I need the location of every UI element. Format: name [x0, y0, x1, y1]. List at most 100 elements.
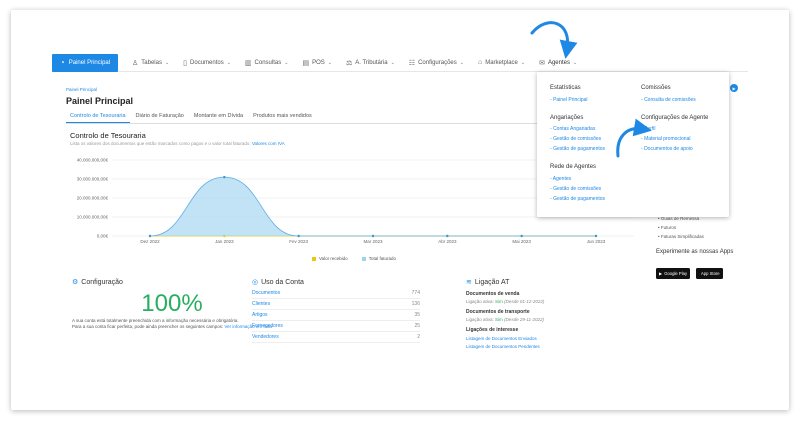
dd-link-painel[interactable]: - Painel Principal — [550, 97, 588, 103]
chevron-down-icon: ⌄ — [164, 59, 170, 66]
y-tick-label: 0,00€ — [97, 234, 109, 239]
dd-link-contas-angariadas[interactable]: - Contas Angariadas — [550, 126, 595, 132]
play-icon: ▶ — [659, 271, 663, 276]
chevron-down-icon: ⌄ — [284, 59, 289, 66]
usage-row[interactable]: Artigos 35 — [252, 310, 420, 321]
dd-link-consulta-comissoes[interactable]: - Consulta de comissões — [641, 97, 696, 103]
tab-diario-faturacao[interactable]: Diário de Faturação — [132, 112, 188, 123]
bar-chart-icon: ▥ — [244, 59, 252, 67]
quick-link-faturas[interactable]: • Faturas Simplificadas — [658, 232, 704, 241]
ligacao-title: Ligação AT — [474, 278, 510, 286]
page-title: Painel Principal — [66, 96, 134, 106]
x-tick-label: Dez 2022 — [140, 239, 160, 244]
chevron-down-icon: ⌄ — [520, 59, 526, 66]
quick-links: • Guias de Remessa • Futuros • Faturas S… — [658, 214, 704, 241]
dd-link-rede-comissoes[interactable]: - Gestão de comissões — [550, 186, 601, 192]
user-icon: ♙ — [132, 59, 139, 67]
x-tick-label: Jun 2023 — [587, 239, 606, 244]
dd-link-gestao-comissoes[interactable]: - Gestão de comissões — [550, 136, 601, 142]
dd-heading-config-agente: Configurações de Agente — [641, 115, 709, 121]
section-description: Lista os valores dos documentos que estã… — [70, 141, 285, 146]
nav-home-button[interactable]: ◔ Painel Principal — [52, 53, 118, 72]
agentes-dropdown: Estatísticas - Painel Principal Comissõe… — [537, 72, 729, 217]
cash-register-icon: ▤ — [302, 59, 310, 67]
y-tick-label: 40.000.000,00€ — [77, 158, 109, 163]
y-tick-label: 20.000.000,00€ — [77, 196, 109, 201]
chart-legend: Valor recebido Total faturado — [312, 256, 396, 261]
dd-link-perfil[interactable]: - Perfil — [641, 126, 655, 132]
ligacao-status-venda: Ligação ativa: Sim (Desde 01-12-2022) — [466, 299, 545, 304]
chevron-down-icon: ⌄ — [327, 59, 332, 66]
docs-pendentes-link[interactable]: Listagem de Documentos Pendentes — [466, 344, 636, 349]
legend-swatch — [312, 256, 316, 261]
ligacao-heading-venda: Documentos de venda — [466, 291, 520, 297]
usage-row[interactable]: Vendedores 2 — [252, 332, 420, 343]
dd-heading-comissoes: Comissões — [641, 85, 671, 91]
x-tick-label: Mai 2023 — [512, 239, 531, 244]
nav-agentes[interactable]: ✉ Agentes ⌄ — [539, 59, 577, 67]
nav-at[interactable]: ⚖ A. Tributária ⌄ — [346, 59, 395, 67]
data-point — [148, 234, 152, 238]
usage-row[interactable]: Clientes 136 — [252, 299, 420, 310]
nav-consultas[interactable]: ▥ Consultas ⌄ — [245, 59, 289, 67]
data-point — [594, 234, 598, 238]
dd-heading-estatisticas: Estatísticas — [550, 85, 581, 91]
app-store-badge[interactable]: App Store — [696, 268, 723, 279]
usage-row[interactable]: Documentos 774 — [252, 288, 420, 299]
docs-enviados-link[interactable]: Listagem de Documentos Enviados — [466, 336, 636, 341]
x-tick-label: Abr 2023 — [438, 239, 457, 244]
sliders-icon: ☷ — [408, 59, 416, 67]
y-tick-label: 30.000.000,00€ — [77, 177, 109, 182]
tab-produtos-vendidos[interactable]: Produtos mais vendidos — [249, 112, 316, 123]
ligacao-status-transporte: Ligação ativa: Sim (Desde 29-11-2022) — [466, 317, 545, 322]
dd-link-agentes[interactable]: - Agentes — [550, 176, 571, 182]
usage-row[interactable]: Fornecedores 25 — [252, 321, 420, 332]
handshake-icon: ✉ — [539, 59, 545, 67]
nav-marketplace[interactable]: ⌂ Marketplace ⌄ — [478, 59, 525, 66]
legend-valor-recebido[interactable]: Valor recebido — [312, 256, 348, 261]
quick-link-futuros[interactable]: • Futuros — [658, 223, 704, 232]
top-navbar: ◔ Painel Principal ♙ Tabelas ⌄ ▯ Documentos… — [52, 53, 748, 72]
nav-documentos[interactable]: ▯ Documentos ⌄ — [183, 59, 231, 67]
section-title: Controlo de Tesouraria — [70, 131, 146, 140]
dd-heading-angariacoes: Angariações — [550, 115, 584, 121]
dd-link-documentos-apoio[interactable]: - Documentos de apoio — [641, 146, 693, 152]
chevron-down-icon: ⌄ — [226, 59, 231, 66]
nav-configuracoes[interactable]: ☷ Configurações ⌄ — [409, 59, 464, 67]
valores-iva-link[interactable]: Valores com IVA — [252, 141, 285, 146]
legend-total-faturado[interactable]: Total faturado — [361, 256, 396, 261]
data-point — [371, 234, 375, 238]
ligacao-heading-interesse: Ligações de interesse — [466, 327, 519, 333]
tab-montante-divida[interactable]: Montante em Dívida — [190, 112, 247, 123]
dd-link-rede-pagamentos[interactable]: - Gestão de pagamentos — [550, 196, 605, 202]
x-tick-label: Fev 2023 — [289, 239, 308, 244]
dashboard-icon: ◔ — [59, 58, 65, 67]
y-tick-label: 10.000.000,00€ — [77, 215, 109, 220]
panel-toggle-icon[interactable]: ▶ — [730, 84, 738, 92]
nav-home-label: Painel Principal — [68, 59, 111, 66]
ligacao-widget: ≋ Ligação AT Documentos de venda Ligação … — [466, 278, 636, 350]
breadcrumb[interactable]: Painel Principal — [66, 87, 97, 92]
series-area-1 — [150, 177, 596, 236]
x-tick-label: Jan 2023 — [215, 239, 234, 244]
apps-title: Experimente as nossas Apps — [656, 249, 734, 255]
nav-pos[interactable]: ▤ POS ⌄ — [302, 59, 332, 67]
config-title: Configuração — [81, 278, 123, 286]
legend-swatch — [361, 256, 366, 261]
nav-tabelas[interactable]: ♙ Tabelas ⌄ — [132, 59, 169, 67]
usage-title: Uso da Conta — [261, 278, 304, 286]
store-icon: ⌂ — [477, 59, 483, 66]
config-text-2: Para a sua conta ficar perfeita, pode ai… — [72, 324, 272, 329]
dd-link-material[interactable]: - Material promocional — [641, 136, 690, 142]
google-play-badge[interactable]: ▶ Google Play — [656, 268, 691, 279]
chevron-down-icon: ⌄ — [390, 59, 395, 66]
document-icon: ▯ — [183, 59, 188, 67]
chevron-down-icon: ⌄ — [573, 59, 578, 66]
dd-link-gestao-pagamentos[interactable]: - Gestão de pagamentos — [550, 146, 605, 152]
chevron-down-icon: ⌄ — [459, 59, 464, 66]
x-tick-label: Mar 2023 — [363, 239, 383, 244]
gear-icon: ⚙ — [72, 279, 79, 286]
data-point — [520, 234, 523, 238]
wifi-icon: ≋ — [466, 279, 472, 286]
tab-controlo-tesouraria[interactable]: Controlo de Tesouraria — [66, 112, 130, 123]
